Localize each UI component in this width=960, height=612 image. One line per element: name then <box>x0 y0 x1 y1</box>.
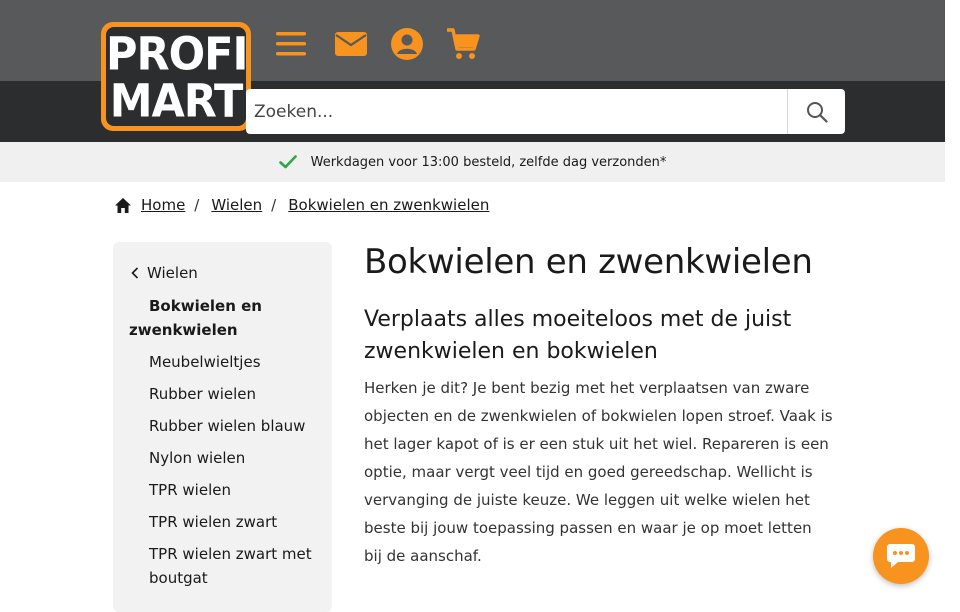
breadcrumb-separator: / <box>271 196 277 214</box>
usp-bar: Werkdagen voor 13:00 besteld, zelfde dag… <box>0 142 945 182</box>
mail-button[interactable] <box>331 24 371 64</box>
sidebar-item-rubber-wielen-blauw[interactable]: Rubber wielen blauw <box>149 414 319 438</box>
sidebar-item-tpr-wielen-zwart-boutgat[interactable]: TPR wielen zwart met boutgat <box>149 542 319 590</box>
chevron-left-icon <box>131 267 139 279</box>
sidebar-item-rubber-wielen[interactable]: Rubber wielen <box>149 382 319 406</box>
breadcrumb-home[interactable]: Home <box>141 196 185 214</box>
sidebar-item-nylon-wielen[interactable]: Nylon wielen <box>149 446 319 470</box>
sidebar-item-bokwielen[interactable]: Bokwielen en zwenkwielen <box>129 294 299 342</box>
menu-button[interactable] <box>271 24 311 64</box>
breadcrumb-current[interactable]: Bokwielen en zwenkwielen <box>288 196 489 214</box>
home-icon <box>115 197 131 213</box>
search-input[interactable] <box>246 89 776 134</box>
checkmark-icon <box>278 155 297 169</box>
logo-line2: MART <box>109 75 244 129</box>
search-icon <box>806 101 828 123</box>
logo-inner: PROFI MART <box>106 27 249 129</box>
category-sidebar: Wielen Bokwielen en zwenkwielen Meubelwi… <box>113 242 332 612</box>
logo-line1: PROFI <box>106 28 249 82</box>
search-button[interactable] <box>787 89 845 134</box>
chat-bubble-icon <box>887 544 915 568</box>
intro-paragraph: Herken je dit? Je bent bezig met het ver… <box>364 379 833 565</box>
menu-icon <box>276 32 306 56</box>
main-content: Bokwielen en zwenkwielen Verplaats alles… <box>364 240 834 570</box>
cart-button[interactable] <box>443 24 483 64</box>
cart-icon <box>447 28 480 59</box>
site-logo[interactable]: PROFI MART <box>101 22 251 131</box>
breadcrumb-separator: / <box>194 196 200 214</box>
sidebar-back-link[interactable]: Wielen <box>131 264 198 282</box>
page-subtitle: Verplaats alles moeiteloos met de juist … <box>364 307 792 364</box>
search-box <box>246 89 845 134</box>
sidebar-item-meubelwieltjes[interactable]: Meubelwieltjes <box>149 350 319 374</box>
mail-icon <box>335 32 367 56</box>
sidebar-back-label: Wielen <box>147 264 198 282</box>
sidebar-item-tpr-wielen[interactable]: TPR wielen <box>149 478 319 502</box>
breadcrumb: Home / Wielen / Bokwielen en zwenkwielen <box>114 196 489 214</box>
account-button[interactable] <box>387 24 427 64</box>
usp-text: Werkdagen voor 13:00 besteld, zelfde dag… <box>310 154 667 170</box>
chat-button[interactable] <box>873 528 929 584</box>
account-icon <box>391 28 423 60</box>
breadcrumb-wielen[interactable]: Wielen <box>211 196 262 214</box>
page-title: Bokwielen en zwenkwielen <box>364 242 813 282</box>
sidebar-item-tpr-wielen-zwart[interactable]: TPR wielen zwart <box>149 510 319 534</box>
